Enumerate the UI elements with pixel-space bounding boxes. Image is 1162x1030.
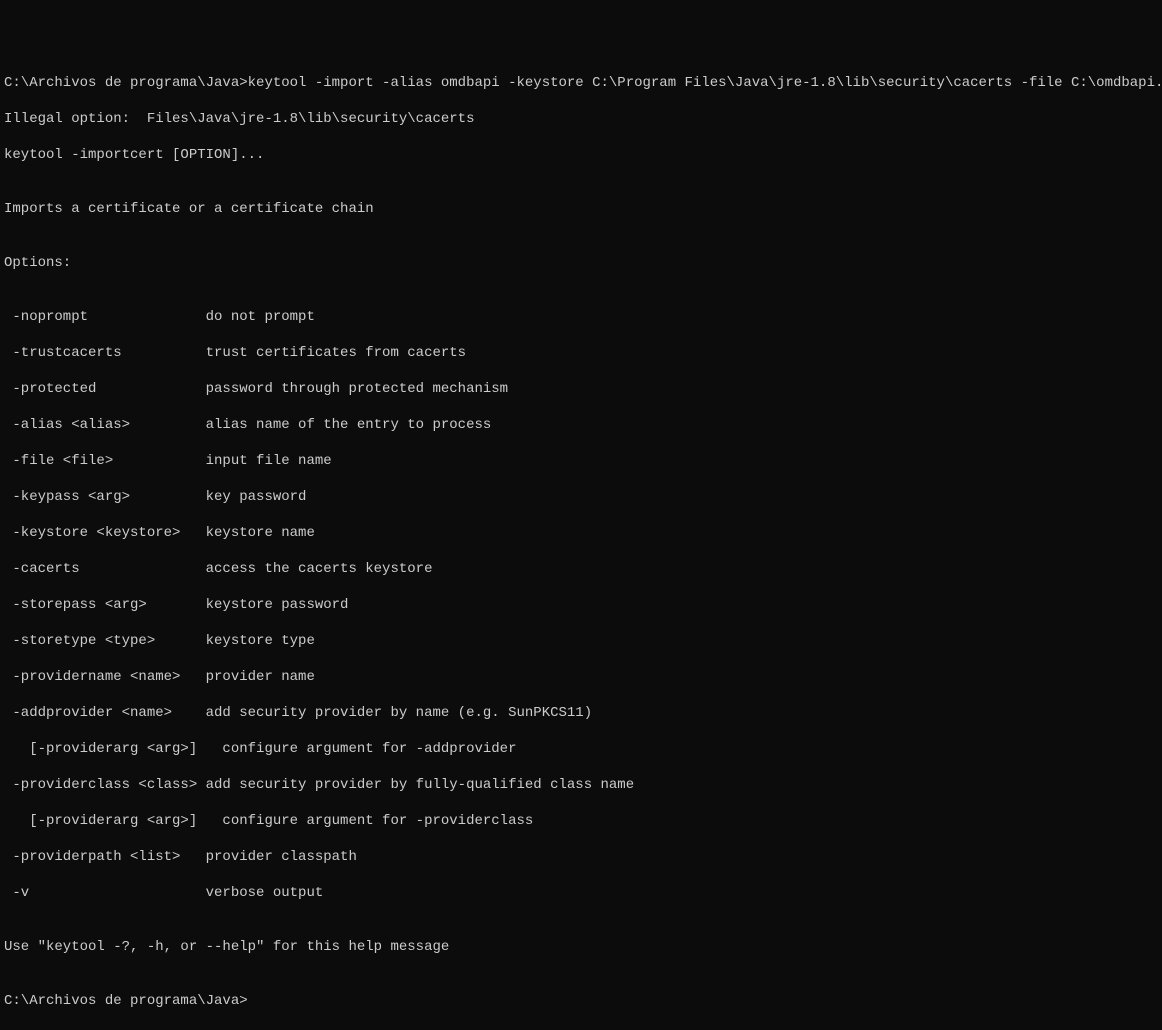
terminal-prompt[interactable]: C:\Archivos de programa\Java>	[4, 992, 1158, 1010]
terminal-line-option: -keystore <keystore> keystore name	[4, 524, 1158, 542]
terminal-line-option: -file <file> input file name	[4, 452, 1158, 470]
terminal-line-option: -protected password through protected me…	[4, 380, 1158, 398]
terminal-line-option: -noprompt do not prompt	[4, 308, 1158, 326]
prompt-text: C:\Archivos de programa\Java>	[4, 993, 248, 1009]
terminal-line-option: -providerclass <class> add security prov…	[4, 776, 1158, 794]
terminal-line-option: -cacerts access the cacerts keystore	[4, 560, 1158, 578]
terminal-line-help: Use "keytool -?, -h, or --help" for this…	[4, 938, 1158, 956]
terminal-line-option: -v verbose output	[4, 884, 1158, 902]
terminal-line-usage: keytool -importcert [OPTION]...	[4, 146, 1158, 164]
terminal-line-option: -addprovider <name> add security provide…	[4, 704, 1158, 722]
terminal-line-command: C:\Archivos de programa\Java>keytool -im…	[4, 74, 1158, 92]
terminal-line-option: -storepass <arg> keystore password	[4, 596, 1158, 614]
terminal-line-option: -trustcacerts trust certificates from ca…	[4, 344, 1158, 362]
terminal-line-option: -providername <name> provider name	[4, 668, 1158, 686]
terminal-line-option: -providerpath <list> provider classpath	[4, 848, 1158, 866]
terminal-line-options-header: Options:	[4, 254, 1158, 272]
terminal-line-option: -keypass <arg> key password	[4, 488, 1158, 506]
terminal-line-option: -storetype <type> keystore type	[4, 632, 1158, 650]
terminal-line-option: [-providerarg <arg>] configure argument …	[4, 740, 1158, 758]
terminal-line-description: Imports a certificate or a certificate c…	[4, 200, 1158, 218]
terminal-line-option: -alias <alias> alias name of the entry t…	[4, 416, 1158, 434]
terminal-line-error: Illegal option: Files\Java\jre-1.8\lib\s…	[4, 110, 1158, 128]
terminal-line-option: [-providerarg <arg>] configure argument …	[4, 812, 1158, 830]
